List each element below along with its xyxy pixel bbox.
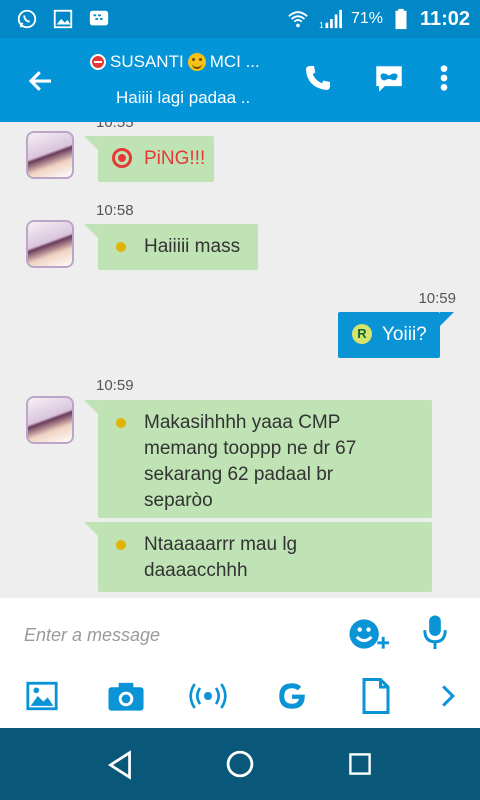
incoming-message-bubble[interactable]: Ntaaaaarrr mau lg daaaacchhh	[84, 522, 432, 592]
message-time: 10:55	[96, 122, 134, 131]
contact-title[interactable]: SUSANTI MCI ...	[90, 52, 260, 72]
status-bar: 1 71% 11:02	[0, 0, 480, 38]
camera-icon[interactable]	[106, 676, 146, 716]
contact-name: SUSANTI	[110, 52, 184, 71]
video-chat-icon[interactable]	[372, 62, 406, 96]
message-text: PiNG!!!	[144, 148, 206, 169]
message-time: 10:59	[418, 290, 456, 307]
message-text: Haiiiii mass	[144, 236, 241, 257]
message-list[interactable]: 10:55 PiNG!!! 10:58 Haiiiii mass 10:59 R…	[0, 122, 480, 598]
message-text: Makasihhhh yaaa CMP memang tooppp ne dr …	[144, 412, 357, 511]
chevron-right-icon[interactable]	[428, 676, 468, 716]
contact-avatar[interactable]	[26, 396, 74, 444]
mic-icon[interactable]	[420, 614, 450, 652]
signal-icon: 1	[319, 9, 342, 30]
contact-avatar[interactable]	[26, 131, 74, 179]
blocked-icon	[90, 54, 106, 70]
nav-recents-icon[interactable]	[348, 752, 372, 776]
google-icon[interactable]	[272, 676, 312, 716]
contact-avatar[interactable]	[26, 220, 74, 268]
smiley-icon	[187, 53, 206, 71]
message-input[interactable]	[24, 620, 324, 650]
gallery-icon	[53, 9, 73, 29]
outgoing-message-bubble[interactable]: R Yoiii?	[338, 312, 454, 358]
message-time: 10:58	[96, 202, 134, 219]
ping-bubble[interactable]: PiNG!!!	[84, 136, 214, 182]
phone-icon[interactable]	[302, 62, 334, 94]
unread-dot-icon	[116, 242, 126, 252]
unread-dot-icon	[116, 540, 126, 550]
ping-icon	[112, 148, 132, 168]
read-status-icon: R	[352, 324, 372, 344]
message-text: Yoiii?	[382, 324, 427, 345]
emoji-add-icon[interactable]	[348, 616, 392, 652]
contact-status: Haiiii lagi padaa ..	[116, 88, 251, 107]
battery-icon	[395, 8, 407, 30]
message-time: 10:59	[96, 377, 134, 394]
back-arrow-icon[interactable]	[26, 66, 56, 96]
system-nav-bar	[0, 728, 480, 800]
picture-icon[interactable]	[22, 676, 62, 716]
file-icon[interactable]	[356, 676, 396, 716]
clock: 11:02	[419, 8, 470, 30]
bbm-icon	[89, 10, 109, 26]
more-vert-icon[interactable]	[434, 62, 454, 94]
chat-header: SUSANTI MCI ... Haiiii lagi padaa ..	[0, 38, 480, 122]
battery-percent: 71%	[350, 10, 383, 27]
composer	[0, 598, 480, 728]
contact-suffix: MCI ...	[209, 52, 260, 71]
message-text: Ntaaaaarrr mau lg daaaacchhh	[144, 534, 298, 581]
incoming-message-bubble[interactable]: Haiiiii mass	[84, 224, 258, 270]
signal-label: 1	[319, 21, 324, 30]
wifi-icon	[288, 11, 308, 28]
nav-home-icon[interactable]	[226, 750, 254, 778]
nav-back-icon[interactable]	[106, 750, 134, 780]
unread-dot-icon	[116, 418, 126, 428]
incoming-message-bubble[interactable]: Makasihhhh yaaa CMP memang tooppp ne dr …	[84, 400, 432, 518]
whatsapp-icon	[17, 9, 37, 29]
ping-broadcast-icon[interactable]	[188, 676, 228, 716]
